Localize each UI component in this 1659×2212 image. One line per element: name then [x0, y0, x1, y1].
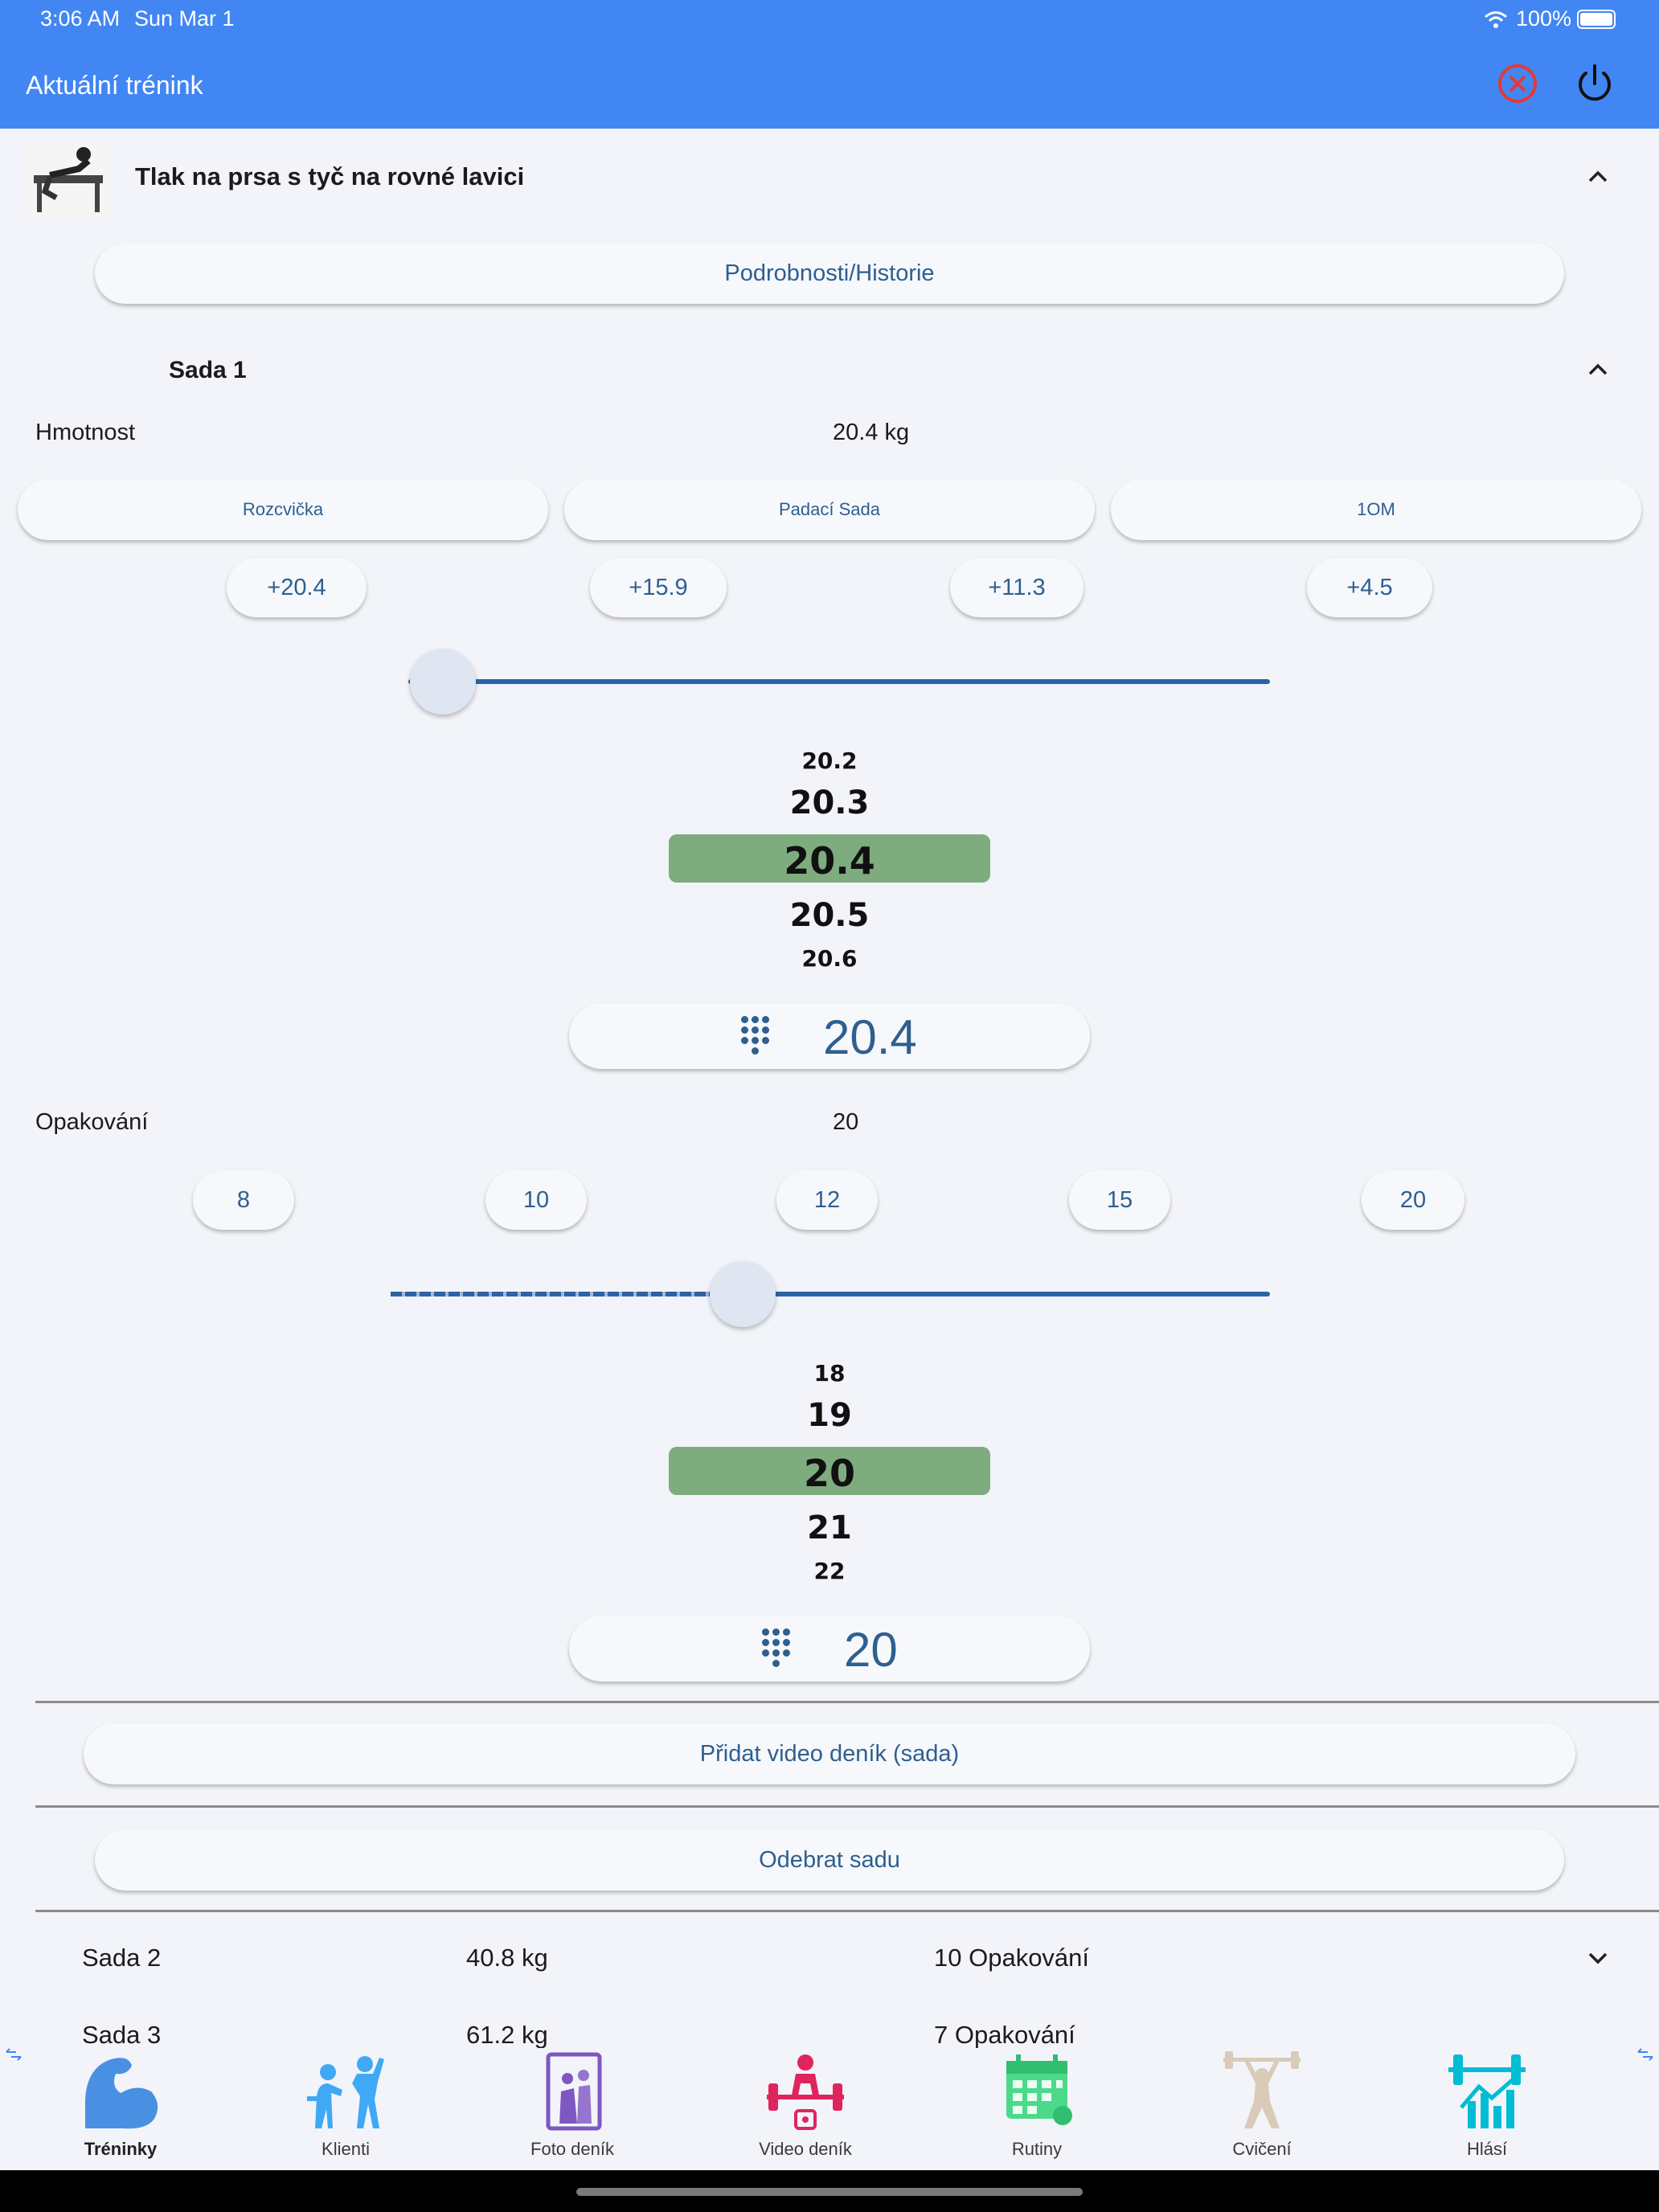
- page-title: Aktuální trénink: [26, 71, 203, 100]
- wifi-icon: [1485, 11, 1507, 28]
- nav-label: Cvičení: [1232, 2139, 1292, 2159]
- reps-label: Opakování: [35, 1109, 149, 1135]
- weight-slider[interactable]: [376, 648, 1270, 715]
- set-row[interactable]: Sada 3 61.2 kg 7 Opakování: [0, 2003, 1659, 2048]
- set-row-weight: 61.2 kg: [466, 2021, 548, 2048]
- close-workout-icon[interactable]: [1497, 63, 1538, 104]
- exercise-thumbnail: [26, 141, 111, 219]
- nav-item-rutiny[interactable]: Rutiny: [948, 2051, 1125, 2160]
- divider: [35, 1701, 1659, 1703]
- reps-quick-button[interactable]: 10: [485, 1170, 587, 1230]
- nav-label: Rutiny: [1011, 2139, 1063, 2159]
- picker-item-selected: 20.4: [784, 839, 875, 883]
- status-date: Sun Mar 1: [134, 6, 235, 31]
- nav-label: Tréninky: [84, 2139, 158, 2159]
- picker-item: 20.6: [801, 945, 858, 972]
- weight-increment-button[interactable]: +15.9: [590, 558, 727, 617]
- picker-item-selected: 20: [803, 1452, 855, 1495]
- picker-item: 18: [813, 1360, 846, 1387]
- set-row-weight: 40.8 kg: [466, 1944, 548, 1972]
- warmup-button[interactable]: Rozcvička: [18, 479, 548, 540]
- scroll-right-icon[interactable]: [1636, 2048, 1654, 2061]
- nav-item-treninky[interactable]: Tréninky: [32, 2051, 209, 2160]
- set-row[interactable]: Sada 2 40.8 kg 10 Opakování: [0, 1926, 1659, 1993]
- set-row-name: Sada 3: [82, 2021, 162, 2048]
- status-bar: 3:06 AM Sun Mar 1 100%: [0, 0, 1659, 39]
- weight-increment-button[interactable]: +20.4: [227, 558, 367, 617]
- weight-entry-button[interactable]: 20.4: [569, 1003, 1090, 1069]
- picker-item: 20.5: [789, 897, 870, 934]
- battery-icon: [1577, 10, 1616, 29]
- picker-item: 22: [813, 1558, 846, 1584]
- set-row-name: Sada 2: [82, 1944, 162, 1972]
- nav-label: Klienti: [322, 2139, 370, 2159]
- weight-value: 20.4 kg: [833, 420, 910, 445]
- dialpad-icon: [762, 1628, 790, 1667]
- picker-item: 21: [807, 1509, 852, 1546]
- exercise-name: Tlak na prsa s tyč na rovné lavici: [135, 162, 525, 190]
- scroll-left-icon[interactable]: [5, 2048, 23, 2061]
- add-video-diary-button[interactable]: Přidat video deník (sada): [84, 1723, 1575, 1784]
- picker-item: 20.2: [801, 748, 858, 774]
- mirror-photo-icon: [546, 2052, 602, 2131]
- reps-value: 20: [833, 1109, 859, 1135]
- reps-quick-button[interactable]: 12: [776, 1170, 878, 1230]
- reps-quick-button[interactable]: 15: [1069, 1170, 1170, 1230]
- home-indicator[interactable]: [576, 2188, 1083, 2196]
- deadlift-video-icon: [767, 2054, 844, 2130]
- nav-item-klienti[interactable]: Klienti: [257, 2051, 434, 2160]
- weight-slider-thumb[interactable]: [409, 649, 476, 715]
- set-row-reps: 7 Opakování: [934, 2021, 1075, 2048]
- reps-entry-value: 20: [844, 1623, 898, 1677]
- reps-quick-button[interactable]: 8: [193, 1170, 294, 1230]
- divider: [35, 1910, 1659, 1912]
- nav-item-hlasi[interactable]: Hlásí: [1399, 2051, 1575, 2160]
- details-history-button[interactable]: Podrobnosti/Historie: [95, 243, 1564, 304]
- picker-item: 19: [807, 1397, 852, 1434]
- reps-entry-button[interactable]: 20: [569, 1616, 1090, 1682]
- sets-list: Sada 2 40.8 kg 10 Opakování Sada 3 61.2 …: [0, 1926, 1659, 2048]
- battery-percent: 100%: [1516, 6, 1572, 31]
- picker-item: 20.3: [789, 784, 870, 821]
- nav-item-foto-denik[interactable]: Foto deník: [484, 2051, 661, 2160]
- weightlifter-icon: [1223, 2051, 1301, 2128]
- reps-slider[interactable]: [391, 1260, 1270, 1328]
- set-title: Sada 1: [169, 357, 247, 383]
- weight-slider-track: [408, 679, 1270, 684]
- trainer-client-icon: [307, 2056, 384, 2128]
- reps-slider-thumb[interactable]: [709, 1261, 776, 1327]
- weight-entry-value: 20.4: [823, 1010, 917, 1064]
- nav-label: Hlásí: [1466, 2139, 1508, 2159]
- reps-picker-wheel[interactable]: 18 19 20 21 22: [669, 1352, 990, 1585]
- set-row-reps: 10 Opakování: [934, 1944, 1090, 1972]
- chevron-up-icon[interactable]: [1587, 358, 1609, 381]
- reps-slider-ticks: [391, 1292, 743, 1296]
- nav-label: Foto deník: [530, 2139, 614, 2159]
- status-time: 3:06 AM: [40, 6, 121, 31]
- power-icon[interactable]: [1574, 63, 1616, 104]
- dropset-button[interactable]: Padací Sada: [564, 479, 1095, 540]
- dialpad-icon: [741, 1016, 769, 1055]
- flexed-arm-icon: [85, 2058, 158, 2129]
- chevron-down-icon[interactable]: [1587, 1947, 1609, 1969]
- calendar-icon: [1006, 2054, 1072, 2125]
- reps-quick-button[interactable]: 20: [1362, 1170, 1464, 1230]
- barbell-chart-icon: [1448, 2054, 1526, 2128]
- divider: [35, 1805, 1659, 1808]
- nav-item-cviceni[interactable]: Cvičení: [1174, 2051, 1350, 2160]
- weight-increment-button[interactable]: +11.3: [950, 558, 1083, 617]
- nav-item-video-denik[interactable]: Video deník: [717, 2051, 894, 2160]
- weight-picker-wheel[interactable]: 20.2 20.3 20.4 20.5 20.6: [669, 739, 990, 973]
- app-bar: [0, 39, 1659, 129]
- weight-label: Hmotnost: [35, 420, 136, 445]
- chevron-up-icon[interactable]: [1587, 166, 1609, 188]
- remove-set-button[interactable]: Odebrat sadu: [95, 1829, 1564, 1890]
- weight-increment-button[interactable]: +4.5: [1307, 558, 1432, 617]
- nav-label: Video deník: [759, 2139, 852, 2159]
- one-rep-max-button[interactable]: 1OM: [1111, 479, 1641, 540]
